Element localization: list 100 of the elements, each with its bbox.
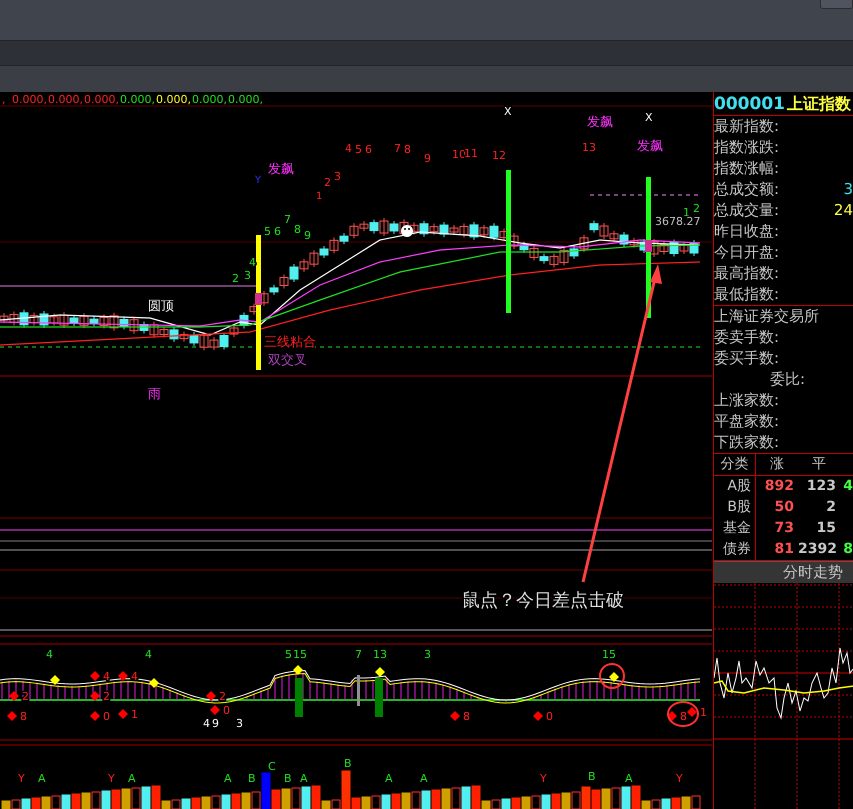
volume-label: A (385, 772, 393, 785)
indicator-label: 7 (355, 648, 362, 661)
candlestick (220, 332, 228, 350)
candlestick (130, 316, 138, 334)
candlestick (670, 239, 678, 257)
candlestick (390, 220, 398, 234)
candlestick (580, 234, 588, 252)
indicator-label: 4 (203, 717, 210, 730)
pattern-label: 圆顶 (148, 299, 174, 314)
candlestick (430, 223, 438, 236)
legend-value: 0.000, (12, 93, 47, 106)
count-label: 4 (345, 142, 352, 155)
count-label: 7 (394, 142, 401, 155)
count-label: 5 (264, 225, 271, 238)
signal-label: 发飙 (268, 162, 294, 177)
signal-bar (295, 678, 303, 717)
diamond-marker (90, 711, 100, 721)
count-label: 2 (232, 272, 239, 285)
count-label: 4 (249, 256, 256, 269)
table-cell-text: 2392 (798, 540, 838, 559)
count-label: 6 (365, 143, 372, 156)
marker-square (255, 293, 262, 305)
volume-label: A (128, 772, 136, 785)
volume-label: Y (676, 772, 683, 785)
candlestick (30, 312, 38, 326)
field-label: 委买手数: (714, 349, 780, 367)
candlestick (240, 312, 248, 329)
field-label: 今日开盘: (714, 242, 780, 263)
candlestick (300, 258, 308, 272)
indicator-label: 4 (145, 648, 152, 661)
field-label: 最高指数: (714, 263, 780, 284)
indicator-label: 4 (103, 670, 110, 683)
table-cell-text: 123 (806, 477, 837, 496)
count-label: 11 (464, 147, 478, 160)
candlestick (470, 221, 478, 240)
count-label: 9 (304, 229, 311, 242)
diamond-marker (50, 675, 60, 685)
field-label: 上涨家数: (714, 391, 780, 409)
diamond-marker (118, 671, 128, 681)
table-cell-text: 81 (774, 540, 795, 559)
legend-value: 0.000, (192, 93, 227, 106)
signal-bar (357, 675, 360, 706)
indicator-label: 0 (223, 704, 230, 717)
indicator-label: 5 (285, 648, 292, 661)
diamond-marker (9, 691, 19, 701)
candlestick (280, 274, 288, 289)
indicator-label: 13 (373, 648, 387, 661)
count-label: 12 (492, 149, 506, 162)
diamond-marker (149, 678, 159, 688)
candlestick (120, 316, 128, 330)
x-mark: X (504, 105, 512, 118)
diamond-marker (687, 707, 697, 717)
signal-label: 发飙 (637, 139, 663, 154)
column-header: 涨 (756, 454, 798, 476)
legend-value: , (2, 93, 6, 106)
candlestick (520, 241, 528, 254)
x-mark: X (645, 111, 653, 124)
candlestick (480, 224, 488, 238)
candlestick (660, 241, 668, 255)
candlestick (140, 320, 148, 334)
exchange-name: 上海证券交易所 (714, 306, 820, 327)
candlestick (560, 246, 568, 266)
diamond-marker (533, 711, 543, 721)
legend-value: 0.000, (84, 93, 119, 106)
legend-value: 0.000, (156, 93, 191, 106)
volume-label: Y (540, 772, 547, 785)
indicator-label: 1 (700, 706, 707, 719)
diamond-marker (90, 671, 100, 681)
candlestick (370, 219, 378, 234)
candlestick (420, 220, 428, 238)
table-cell-text: 2 (825, 498, 837, 517)
volume-label: Y (18, 772, 25, 785)
candlestick (410, 222, 418, 235)
face-icon (401, 225, 413, 237)
stock-name: 上证指数 (786, 94, 851, 113)
diamond-marker (206, 691, 216, 701)
panel-title: 分时走势 (714, 561, 853, 583)
pattern-label: 三线粘合 (264, 335, 316, 350)
candlestick (330, 236, 338, 254)
candlestick (100, 314, 108, 329)
field-label: 总成交额: (714, 179, 780, 200)
indicator-label: 0 (103, 710, 110, 723)
indicator-label: 8 (463, 710, 470, 723)
table-cell-text: 4 (842, 477, 853, 496)
price-label: 3678.27 (655, 215, 700, 228)
candlestick (20, 309, 28, 328)
candlestick (600, 222, 608, 240)
window-button[interactable] (820, 0, 853, 9)
field-label: 平盘家数: (714, 412, 780, 430)
field-label: 委比: (770, 370, 805, 388)
highlight-circle (667, 701, 699, 727)
candlestick (460, 222, 468, 238)
diamond-marker (293, 665, 303, 675)
diamond-marker (90, 691, 100, 701)
volume-label: B (344, 757, 352, 770)
candlestick (380, 218, 388, 237)
count-label: 6 (274, 225, 281, 238)
count-label: 1 (316, 191, 322, 202)
signal-label: 发飙 (587, 115, 613, 130)
table-cell: 债券 (714, 539, 756, 560)
